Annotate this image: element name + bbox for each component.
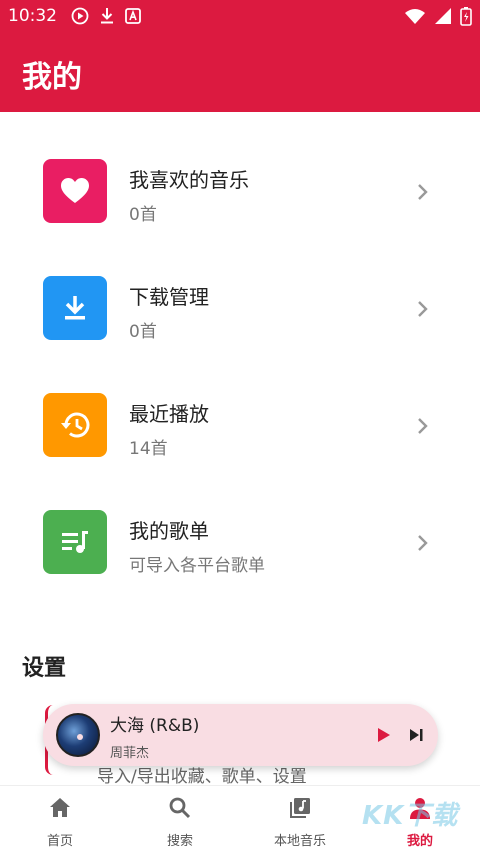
settings-section-title: 设置 (22, 656, 67, 681)
nav-local-music[interactable]: 本地音乐 (240, 786, 360, 853)
app-badge-icon (125, 8, 141, 24)
play-circle-icon (71, 7, 89, 25)
signal-icon (435, 8, 451, 24)
mini-player[interactable]: 大海 (R&B) 周菲杰 (43, 704, 438, 766)
list-item-recent[interactable]: 最近播放 14首 (0, 346, 480, 459)
nav-search[interactable]: 搜索 (120, 786, 240, 853)
chevron-right-icon (418, 184, 428, 200)
favorites-tile (43, 159, 107, 223)
list-item-title: 下载管理 (129, 285, 209, 309)
list-item-title: 我喜欢的音乐 (129, 168, 249, 192)
nav-label: 首页 (46, 834, 73, 849)
wifi-icon (405, 9, 425, 24)
chevron-right-icon (418, 535, 428, 551)
list-item-subtitle: 0首 (129, 322, 157, 342)
watermark-logo: KK下载 (362, 801, 459, 831)
skip-next-icon[interactable] (407, 726, 425, 744)
album-cover[interactable] (56, 713, 100, 757)
list-item-title: 最近播放 (129, 402, 209, 426)
chevron-right-icon (418, 301, 428, 317)
play-icon[interactable] (373, 725, 393, 745)
status-bar: 10:32 (0, 0, 480, 32)
nav-label: 我的 (406, 834, 433, 849)
page-title: 我的 (22, 60, 82, 95)
list-item-subtitle: 14首 (129, 439, 168, 459)
list-item-favorites[interactable]: 我喜欢的音乐 0首 (0, 112, 480, 225)
home-icon (50, 798, 70, 817)
history-icon (61, 412, 90, 438)
nav-label: 本地音乐 (273, 834, 326, 849)
heart-icon (61, 178, 89, 203)
status-time: 10:32 (8, 6, 57, 26)
song-title: 大海 (R&B) (110, 716, 200, 736)
downloads-tile (43, 276, 107, 340)
list-item-playlists[interactable]: 我的歌单 可导入各平台歌单 (0, 463, 480, 576)
download-icon (65, 296, 85, 320)
battery-icon (460, 7, 472, 26)
list-item-subtitle: 可导入各平台歌单 (129, 556, 265, 576)
playlists-tile (43, 510, 107, 574)
nav-home[interactable]: 首页 (0, 786, 120, 853)
list-item-title: 我的歌单 (129, 519, 209, 543)
search-icon (169, 797, 191, 819)
list-item-downloads[interactable]: 下载管理 0首 (0, 229, 480, 342)
nav-label: 搜索 (166, 834, 193, 849)
music-library-icon (290, 798, 310, 818)
song-artist: 周菲杰 (110, 746, 150, 761)
download-status-icon (101, 8, 113, 24)
app-header: 10:32 我的 (0, 0, 480, 112)
list-item-subtitle: 0首 (129, 205, 157, 225)
chevron-right-icon (418, 418, 428, 434)
recent-tile (43, 393, 107, 457)
playlist-icon (62, 531, 88, 553)
